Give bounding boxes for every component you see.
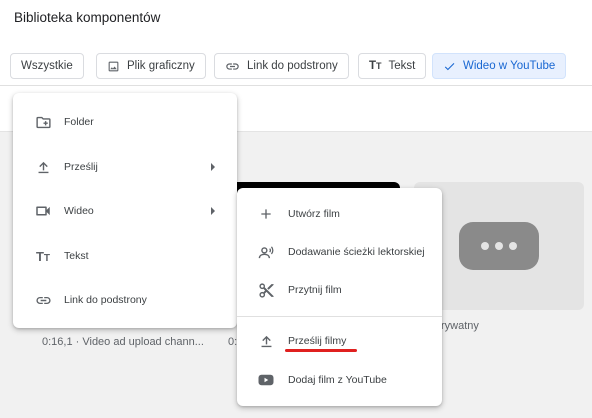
- upload-icon: [34, 158, 52, 176]
- page-title: Biblioteka komponentów: [14, 10, 161, 25]
- video-camera-icon: [34, 202, 52, 220]
- scissors-icon: [257, 281, 275, 299]
- youtube-icon: [257, 371, 275, 389]
- filter-chip-link[interactable]: Link do podstrony: [214, 53, 349, 79]
- filter-chip-label: Wideo w YouTube: [463, 60, 556, 72]
- youtube-placeholder-icon: [459, 222, 539, 270]
- menu-item-label: Wideo: [64, 205, 94, 217]
- submenu-item-create-video[interactable]: Utwórz film: [237, 202, 442, 226]
- card-caption: rywatny: [441, 320, 479, 332]
- submenu-divider: [237, 316, 442, 317]
- submenu-item-trim-video[interactable]: Przytnij film: [237, 278, 442, 302]
- check-icon: [444, 62, 455, 70]
- filter-chip-youtube-video[interactable]: Wideo w YouTube: [432, 53, 567, 79]
- filter-chip-image[interactable]: Plik graficzny: [96, 53, 206, 79]
- text-icon: TT: [369, 60, 382, 72]
- card-caption: 0:: [228, 336, 238, 348]
- menu-item-label: Folder: [64, 116, 94, 128]
- image-icon: [108, 61, 119, 71]
- menu-item-text[interactable]: TT Tekst: [13, 244, 237, 268]
- menu-item-label: Utwórz film: [288, 208, 340, 220]
- submenu-item-voiceover[interactable]: Dodawanie ścieżki lektorskiej: [237, 240, 442, 264]
- menu-item-label: Przytnij film: [288, 284, 342, 296]
- filter-chip-label: Tekst: [388, 60, 416, 72]
- menu-item-label: Dodawanie ścieżki lektorskiej: [288, 246, 425, 258]
- video-submenu: Utwórz film Dodawanie ścieżki lektorskie…: [237, 188, 442, 406]
- filter-bar: Wszystkie Plik graficzny Link do podstro…: [0, 40, 592, 86]
- menu-item-label: Prześlij: [64, 161, 98, 173]
- menu-item-label: Tekst: [64, 250, 89, 262]
- folder-add-icon: [34, 113, 52, 131]
- menu-item-label: Dodaj film z YouTube: [288, 374, 387, 386]
- filter-chip-label: Link do podstrony: [247, 60, 338, 72]
- link-icon: [226, 62, 239, 70]
- menu-item-upload[interactable]: Prześlij: [13, 155, 237, 179]
- menu-item-label: Link do podstrony: [64, 294, 147, 306]
- header: Biblioteka komponentów: [0, 0, 592, 40]
- card-caption: 0:16,1 · Video ad upload chann...: [42, 336, 204, 348]
- text-icon: TT: [35, 248, 51, 264]
- submenu-item-add-youtube-video[interactable]: Dodaj film z YouTube: [237, 368, 442, 392]
- filter-chip-label: Wszystkie: [21, 60, 73, 72]
- menu-item-link[interactable]: Link do podstrony: [13, 288, 237, 312]
- filter-chip-text[interactable]: TT Tekst: [358, 53, 427, 79]
- upload-icon: [257, 332, 275, 350]
- menu-item-folder[interactable]: Folder: [13, 110, 237, 134]
- menu-item-label: Prześlij filmy: [288, 335, 347, 347]
- plus-icon: [257, 205, 275, 223]
- new-item-menu: Folder Prześlij Wideo TT Tekst Link do p…: [13, 93, 237, 328]
- highlight-underline: [285, 349, 357, 352]
- link-icon: [34, 291, 52, 309]
- menu-item-video[interactable]: Wideo: [13, 199, 237, 223]
- voiceover-icon: [257, 243, 275, 261]
- submenu-arrow-icon: [211, 163, 215, 171]
- filter-chip-all[interactable]: Wszystkie: [10, 53, 84, 79]
- filter-chip-label: Plik graficzny: [127, 60, 195, 72]
- submenu-arrow-icon: [211, 207, 215, 215]
